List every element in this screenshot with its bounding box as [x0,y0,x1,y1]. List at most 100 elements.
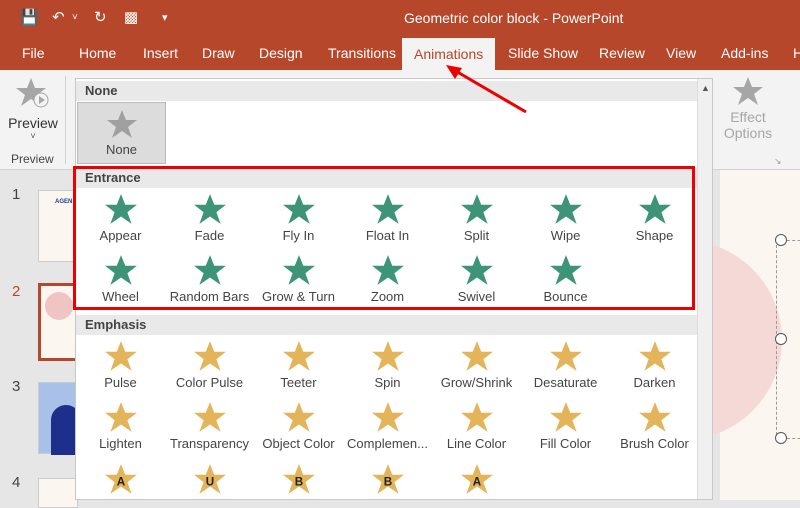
tab-draw[interactable]: Draw [202,45,235,61]
animation-none[interactable]: None [77,102,166,164]
entrance-star-icon [638,194,671,224]
redo-icon[interactable]: ↻ [94,8,107,26]
tab-h[interactable]: H [793,45,800,61]
slide-thumbnail-1[interactable]: AGEN [38,190,78,262]
animation-label: Wipe [550,228,581,243]
present-from-start-icon[interactable]: ▩ [124,8,138,26]
animation-split[interactable]: Split [432,193,521,253]
slide-thumbnail-4[interactable] [38,478,78,508]
effect-options-label-1: Effect [730,109,766,125]
dialog-launcher-icon[interactable]: ↘ [774,156,782,167]
window-title: Geometric color block - PowerPoint [404,10,624,26]
emphasis-star-icon [549,402,582,432]
emphasis-star-icon [282,341,315,371]
animation-letter-3[interactable]: B [343,463,432,499]
animation-label: Line Color [446,436,507,451]
animation-letter-4[interactable]: A [432,463,521,499]
animation-float-in[interactable]: Float In [343,193,432,253]
svg-text:B: B [294,475,302,488]
animation-fade[interactable]: Fade [165,193,254,253]
animation-pulse[interactable]: Pulse [76,340,165,400]
animation-letter-0[interactable]: A [76,463,165,499]
resize-handle[interactable] [775,432,787,444]
slide-number: 3 [12,378,21,395]
animation-appear[interactable]: Appear [76,193,165,253]
resize-handle[interactable] [775,234,787,246]
animation-object-color[interactable]: Object Color [254,401,343,461]
animation-zoom[interactable]: Zoom [343,254,432,314]
slide-thumbnail-3[interactable] [38,382,81,455]
emphasis-star-icon [460,341,493,371]
animation-transparency[interactable]: Transparency [165,401,254,461]
tab-file[interactable]: File [22,45,45,61]
slide-canvas[interactable] [682,170,800,500]
more-star-icon: A [460,464,493,494]
animation-label: Appear [99,228,142,243]
animation-grow-shrink[interactable]: Grow/Shrink [432,340,521,400]
entrance-star-icon [460,194,493,224]
animation-label: Float In [365,228,410,243]
animation-label: Fly In [282,228,315,243]
animation-shape[interactable]: Shape [610,193,699,253]
animation-label: Grow/Shrink [440,375,513,390]
entrance-star-icon [104,255,137,285]
animation-teeter[interactable]: Teeter [254,340,343,400]
save-icon[interactable]: 💾 [20,8,39,26]
undo-icon[interactable]: ↶ [52,8,65,26]
animation-grow-turn[interactable]: Grow & Turn [254,254,343,314]
emphasis-star-icon [638,341,671,371]
resize-handle[interactable] [775,333,787,345]
animation-fly-in[interactable]: Fly In [254,193,343,253]
animation-label: Brush Color [620,436,689,451]
slide-thumbnail-2[interactable] [38,283,78,361]
tab-insert[interactable]: Insert [143,45,178,61]
animation-letter-2[interactable]: B [254,463,343,499]
animation-darken[interactable]: Darken [610,340,699,400]
animation-label: Desaturate [533,375,598,390]
undo-dropdown-icon[interactable]: ˅ [72,12,78,23]
animation-swivel[interactable]: Swivel [432,254,521,314]
tab-home[interactable]: Home [79,45,116,61]
svg-text:A: A [472,475,481,488]
scroll-up-icon[interactable]: ▲ [698,83,712,93]
animation-gallery: None None Entrance Appear Fade Fly In Float… [75,78,713,500]
entrance-star-icon [549,255,582,285]
animation-label: Pulse [104,375,137,390]
slide-number: 2 [12,283,21,300]
more-star-icon: B [371,464,404,494]
customize-qat-icon[interactable]: ▾ [162,11,168,24]
tab-transitions[interactable]: Transitions [328,45,396,61]
animation-complemen-[interactable]: Complemen... [343,401,432,461]
preview-button[interactable]: Preview ˅ [8,76,58,141]
animation-random-bars[interactable]: Random Bars [165,254,254,314]
entrance-star-icon [104,194,137,224]
animation-line-color[interactable]: Line Color [432,401,521,461]
animation-label: Lighten [99,436,142,451]
entrance-star-icon [282,255,315,285]
emphasis-star-icon [371,341,404,371]
svg-text:B: B [383,475,391,488]
tab-design[interactable]: Design [259,45,303,61]
tab-view[interactable]: View [666,45,696,61]
animation-label: Swivel [457,289,496,304]
animation-desaturate[interactable]: Desaturate [521,340,610,400]
tab-review[interactable]: Review [599,45,645,61]
animation-label: Random Bars [169,289,250,304]
animation-wipe[interactable]: Wipe [521,193,610,253]
animation-lighten[interactable]: Lighten [76,401,165,461]
animation-wheel[interactable]: Wheel [76,254,165,314]
tab-slide-show[interactable]: Slide Show [508,45,578,61]
effect-options-button[interactable]: Effect Options [716,76,780,141]
animation-spin[interactable]: Spin [343,340,432,400]
animation-color-pulse[interactable]: Color Pulse [165,340,254,400]
animation-letter-1[interactable]: U [165,463,254,499]
preview-group-label: Preview [11,152,54,166]
entrance-star-icon [193,194,226,224]
tab-add-ins[interactable]: Add-ins [721,45,768,61]
gallery-scrollbar[interactable]: ▲ [697,79,712,499]
more-star-icon: B [282,464,315,494]
animation-brush-color[interactable]: Brush Color [610,401,699,461]
animation-bounce[interactable]: Bounce [521,254,610,314]
animation-fill-color[interactable]: Fill Color [521,401,610,461]
emphasis-star-icon [282,402,315,432]
